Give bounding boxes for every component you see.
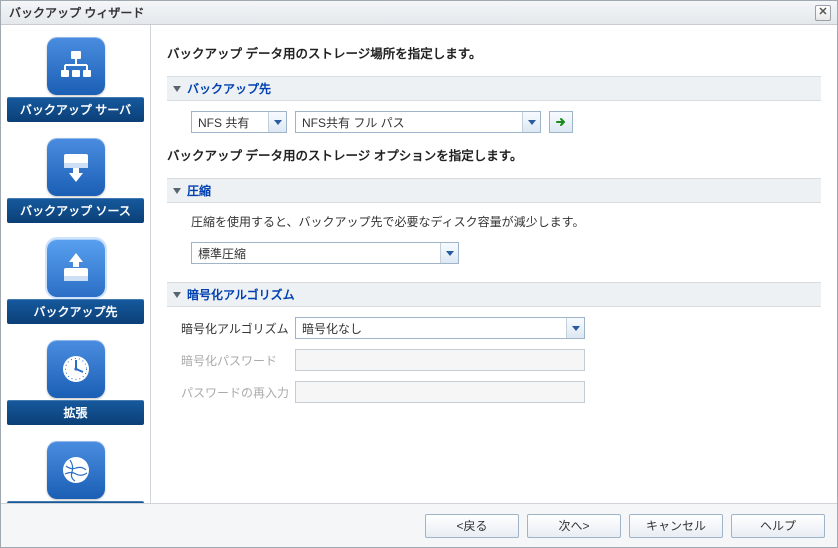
encryption-algo-select[interactable]: 暗号化なし <box>295 317 585 339</box>
wizard-footer: <戻る 次へ> キャンセル ヘルプ <box>1 503 837 547</box>
select-value: 標準圧縮 <box>198 245 246 262</box>
step-advanced[interactable]: 拡張 <box>1 334 150 435</box>
next-button[interactable]: 次へ> <box>527 514 621 538</box>
chevron-down-icon <box>173 86 181 92</box>
storage-location-heading: バックアップ データ用のストレージ場所を指定します。 <box>167 43 821 62</box>
chevron-down-icon <box>173 188 181 194</box>
globe-icon <box>47 441 105 499</box>
wizard-content: バックアップ データ用のストレージ場所を指定します。 バックアップ先 NFS 共… <box>151 25 837 503</box>
help-button[interactable]: ヘルプ <box>731 514 825 538</box>
step-backup-destination[interactable]: バックアップ先 <box>1 233 150 334</box>
server-icon <box>47 37 105 95</box>
storage-options-heading: バックアップ データ用のストレージ オプションを指定します。 <box>167 145 821 164</box>
step-summary[interactable]: サマリ <box>1 435 150 503</box>
encryption-password-label: 暗号化パスワード <box>181 352 295 369</box>
step-label: 拡張 <box>7 400 144 425</box>
body: バックアップ サーバ バックアップ ソース バックアップ先 拡張 <box>1 25 837 503</box>
destination-path-select[interactable]: NFS共有 フル パス <box>295 111 541 133</box>
encryption-confirm-input[interactable] <box>295 381 585 403</box>
destination-type-select[interactable]: NFS 共有 <box>191 111 287 133</box>
chevron-down-icon <box>173 292 181 298</box>
close-button[interactable]: ✕ <box>815 5 831 21</box>
section-compression[interactable]: 圧縮 <box>167 178 821 203</box>
close-icon: ✕ <box>818 7 827 18</box>
cancel-button[interactable]: キャンセル <box>629 514 723 538</box>
step-label: バックアップ サーバ <box>7 97 144 122</box>
select-value: NFS共有 フル パス <box>302 114 405 131</box>
browse-button[interactable] <box>549 111 573 133</box>
select-value: 暗号化なし <box>302 320 362 337</box>
section-encryption[interactable]: 暗号化アルゴリズム <box>167 282 821 307</box>
compression-select[interactable]: 標準圧縮 <box>191 242 459 264</box>
window-title: バックアップ ウィザード <box>9 4 144 21</box>
back-button[interactable]: <戻る <box>425 514 519 538</box>
titlebar: バックアップ ウィザード ✕ <box>1 1 837 25</box>
step-label: バックアップ ソース <box>7 198 144 223</box>
chevron-down-icon <box>268 112 286 132</box>
wizard-window: バックアップ ウィザード ✕ バックアップ サーバ バックアップ ソース <box>0 0 838 548</box>
encryption-algo-label: 暗号化アルゴリズム <box>181 320 295 337</box>
compression-description: 圧縮を使用すると、バックアップ先で必要なディスク容量が減少します。 <box>191 213 821 230</box>
arrow-right-icon <box>555 116 567 128</box>
section-title: バックアップ先 <box>187 80 271 97</box>
drive-down-icon <box>47 138 105 196</box>
step-backup-source[interactable]: バックアップ ソース <box>1 132 150 233</box>
step-label: バックアップ先 <box>7 299 144 324</box>
select-value: NFS 共有 <box>198 114 249 131</box>
encryption-password-input[interactable] <box>295 349 585 371</box>
step-backup-server[interactable]: バックアップ サーバ <box>1 31 150 132</box>
encryption-confirm-label: パスワードの再入力 <box>181 384 295 401</box>
section-destination[interactable]: バックアップ先 <box>167 76 821 101</box>
section-title: 圧縮 <box>187 182 211 199</box>
clock-icon <box>47 340 105 398</box>
chevron-down-icon <box>522 112 540 132</box>
drive-in-icon <box>47 239 105 297</box>
chevron-down-icon <box>566 318 584 338</box>
wizard-sidebar: バックアップ サーバ バックアップ ソース バックアップ先 拡張 <box>1 25 151 503</box>
section-title: 暗号化アルゴリズム <box>187 286 295 303</box>
chevron-down-icon <box>440 243 458 263</box>
